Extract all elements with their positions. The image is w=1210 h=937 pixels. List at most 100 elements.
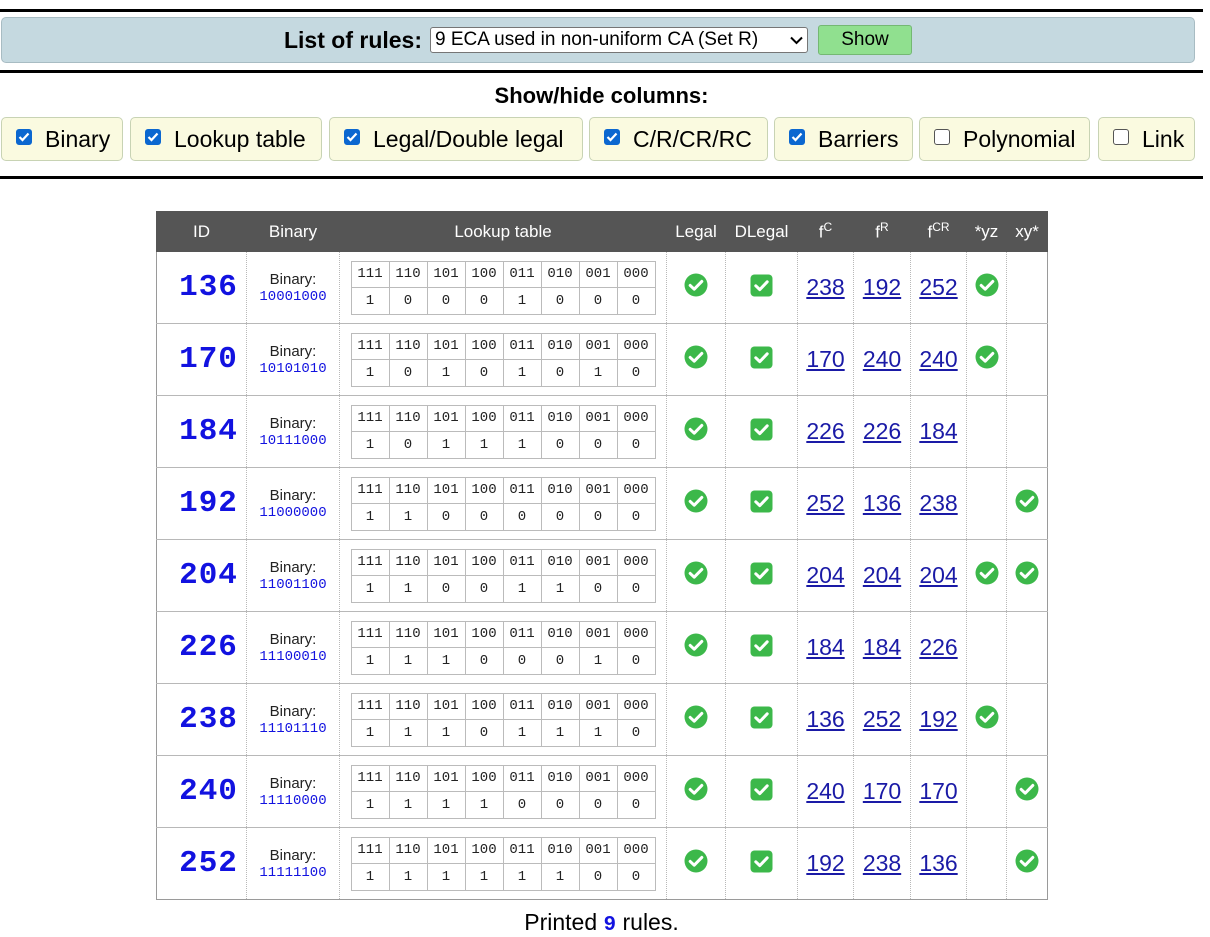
rule-id-cell: 192 <box>156 467 247 540</box>
binary-cell: Binary: 10001000 <box>246 252 340 324</box>
yz-barrier-cell <box>966 323 1007 396</box>
fcr-link[interactable]: 170 <box>919 778 957 804</box>
table-row: 170 Binary: 10101010 111 110 101 100 011 010 001 0… <box>156 323 1048 396</box>
checkbox-checked[interactable] <box>16 129 32 145</box>
fr-link[interactable]: 170 <box>863 778 901 804</box>
rule-id: 184 <box>179 414 238 449</box>
fr-link[interactable]: 136 <box>863 490 901 516</box>
fcr-link[interactable]: 136 <box>919 850 957 876</box>
checkbox-checked[interactable] <box>604 129 620 145</box>
toggle-barriers[interactable]: Barriers <box>774 117 913 161</box>
table-row: 136 Binary: 10001000 111 110 101 100 011 010 001 0… <box>156 252 1048 324</box>
checkbox-checked[interactable] <box>789 129 805 145</box>
checkbox-checked[interactable] <box>344 129 360 145</box>
fr-link[interactable]: 240 <box>863 346 901 372</box>
lut-patterns-row: 111 110 101 100 011 010 001 000 <box>350 404 656 432</box>
toggle-binary[interactable]: Binary <box>1 117 123 161</box>
rule-set-select[interactable]: 9 ECA used in non-uniform CA (Set R) <box>430 27 808 53</box>
divider <box>0 70 1203 73</box>
lut-pattern-cell: 110 <box>388 332 428 360</box>
lut-pattern-cell: 110 <box>388 692 428 720</box>
lut-output-cell: 0 <box>616 502 656 531</box>
header-binary: Binary <box>246 211 340 252</box>
fc-link[interactable]: 184 <box>806 634 844 660</box>
fcr-link[interactable]: 252 <box>919 274 957 300</box>
toggle-legal-double-legal[interactable]: Legal/Double legal <box>329 117 583 161</box>
fc-link[interactable]: 136 <box>806 706 844 732</box>
lut-output-cell: 0 <box>388 286 428 315</box>
fr-link[interactable]: 192 <box>863 274 901 300</box>
checkbox-unchecked[interactable] <box>934 129 950 145</box>
fcr-link[interactable]: 184 <box>919 418 957 444</box>
fr-link[interactable]: 238 <box>863 850 901 876</box>
xy-barrier-cell <box>1006 755 1048 828</box>
lut-output-cell: 0 <box>540 430 580 459</box>
fc-link[interactable]: 252 <box>806 490 844 516</box>
yz-barrier-cell <box>966 755 1007 828</box>
lut-output-cell: 0 <box>540 790 580 819</box>
fr-link[interactable]: 226 <box>863 418 901 444</box>
lut-pattern-cell: 000 <box>616 260 656 288</box>
lut-pattern-cell: 000 <box>616 692 656 720</box>
binary-value: 11100010 <box>259 648 327 665</box>
binary-value: 11001100 <box>259 576 327 593</box>
lut-output-cell: 1 <box>350 862 390 891</box>
fr-link[interactable]: 184 <box>863 634 901 660</box>
fcr-link[interactable]: 192 <box>919 706 957 732</box>
chevron-down-icon <box>790 32 803 48</box>
checkbox-unchecked[interactable] <box>1113 129 1129 145</box>
lut-pattern-cell: 001 <box>578 836 618 864</box>
fc-link[interactable]: 238 <box>806 274 844 300</box>
toggle-c-r-cr-rc[interactable]: C/R/CR/RC <box>589 117 768 161</box>
fc-link[interactable]: 240 <box>806 778 844 804</box>
binary-caption: Binary: <box>269 486 317 504</box>
fc-link[interactable]: 170 <box>806 346 844 372</box>
lut-output-cell: 1 <box>388 574 428 603</box>
xy-barrier-cell <box>1006 395 1048 468</box>
fr-link[interactable]: 252 <box>863 706 901 732</box>
fr-link[interactable]: 204 <box>863 562 901 588</box>
toggle-polynomial[interactable]: Polynomial <box>919 117 1090 161</box>
lookup-table: 111 110 101 100 011 010 001 000 1 0 1 0 1 0 1 0 <box>350 332 656 387</box>
lut-output-cell: 1 <box>540 718 580 747</box>
lut-pattern-cell: 111 <box>350 764 390 792</box>
lut-output-cell: 1 <box>426 862 466 891</box>
lut-pattern-cell: 101 <box>426 548 466 576</box>
footer-prefix: Printed <box>524 909 598 935</box>
show-button[interactable]: Show <box>818 25 912 55</box>
legal-cell <box>666 611 726 684</box>
toggle-lookup-table[interactable]: Lookup table <box>130 117 322 161</box>
lut-pattern-cell: 110 <box>388 404 428 432</box>
checkbox-checked[interactable] <box>145 129 161 145</box>
fcr-cell: 252 <box>910 252 967 324</box>
binary-caption: Binary: <box>269 414 317 432</box>
lut-output-cell: 0 <box>616 358 656 387</box>
fc-link[interactable]: 192 <box>806 850 844 876</box>
lut-pattern-cell: 011 <box>502 836 542 864</box>
fcr-link[interactable]: 238 <box>919 490 957 516</box>
rule-id-cell: 240 <box>156 755 247 828</box>
lut-pattern-cell: 011 <box>502 476 542 504</box>
fcr-link[interactable]: 226 <box>919 634 957 660</box>
fr-cell: 184 <box>853 611 911 684</box>
dlegal-cell <box>725 683 798 756</box>
fc-link[interactable]: 226 <box>806 418 844 444</box>
fr-cell: 136 <box>853 467 911 540</box>
lookup-table-cell: 111 110 101 100 011 010 001 000 1 0 0 0 1 0 0 0 <box>339 252 667 324</box>
lookup-table-cell: 111 110 101 100 011 010 001 000 1 0 1 0 1 0 1 0 <box>339 323 667 396</box>
binary-cell: Binary: 10111000 <box>246 395 340 468</box>
toggle-link[interactable]: Link <box>1098 117 1195 161</box>
fcr-cell: 170 <box>910 755 967 828</box>
dlegal-check-icon <box>750 706 773 728</box>
rule-id: 226 <box>179 630 238 665</box>
fcr-link[interactable]: 204 <box>919 562 957 588</box>
fr-cell: 240 <box>853 323 911 396</box>
legal-cell <box>666 395 726 468</box>
header-fc: fC <box>797 211 854 252</box>
fcr-link[interactable]: 240 <box>919 346 957 372</box>
lut-output-cell: 1 <box>350 574 390 603</box>
legal-cell <box>666 467 726 540</box>
fr-cell: 204 <box>853 539 911 612</box>
lut-pattern-cell: 011 <box>502 692 542 720</box>
fc-link[interactable]: 204 <box>806 562 844 588</box>
